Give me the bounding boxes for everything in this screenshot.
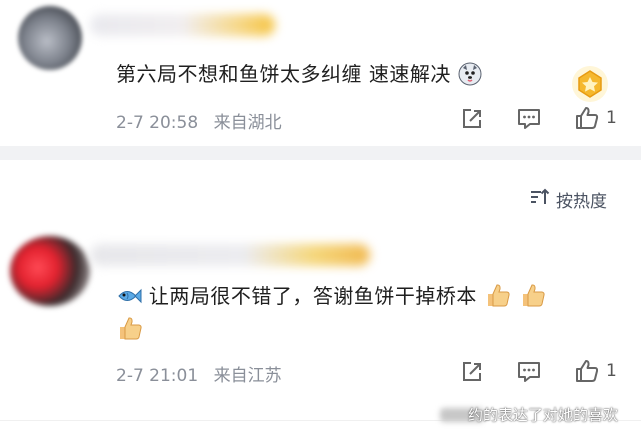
share-icon[interactable] [459,106,485,132]
thumbs-up-icon [484,281,512,314]
fish-icon [116,285,142,310]
like-count: 1 [606,361,617,381]
comment-time: 2-7 20:58 [116,113,199,133]
comment-time: 2-7 21:01 [116,366,199,386]
sort-icon [528,186,550,212]
comment-icon[interactable] [516,359,542,385]
comment-meta: 2-7 20:58 来自湖北 [116,108,282,133]
comment-icon[interactable] [516,106,542,132]
like-icon[interactable] [574,358,600,384]
thumbs-up-icon [116,314,144,346]
comment-location: 来自江苏 [213,366,282,386]
comment-text: 第六局不想和鱼饼太多纠缠 速速解决 [116,62,451,86]
avatar[interactable] [10,236,90,306]
sort-by-hot-button[interactable]: 按热度 [528,186,607,212]
username-blurred[interactable] [90,14,275,36]
comment-meta: 2-7 21:01 来自江苏 [116,361,282,386]
section-divider [0,146,641,160]
watermark-text: 约的表达了对她的喜欢 [468,406,619,424]
sort-label: 按热度 [556,191,607,212]
thumbs-up-icon [519,281,547,314]
comment-location: 来自湖北 [213,113,282,133]
comment-text: 让两局很不错了，答谢鱼饼干掉桥本 [148,284,477,308]
husky-dog-icon [458,62,482,89]
fan-badge-icon[interactable] [570,64,610,104]
like-icon[interactable] [574,105,600,131]
avatar[interactable] [18,6,82,70]
comment-body: 让两局很不错了，答谢鱼饼干掉桥本 [116,280,547,314]
share-icon[interactable] [459,359,485,385]
like-count: 1 [606,108,617,128]
username-blurred[interactable] [90,244,370,266]
comment-body: 第六局不想和鱼饼太多纠缠 速速解决 [116,58,482,89]
